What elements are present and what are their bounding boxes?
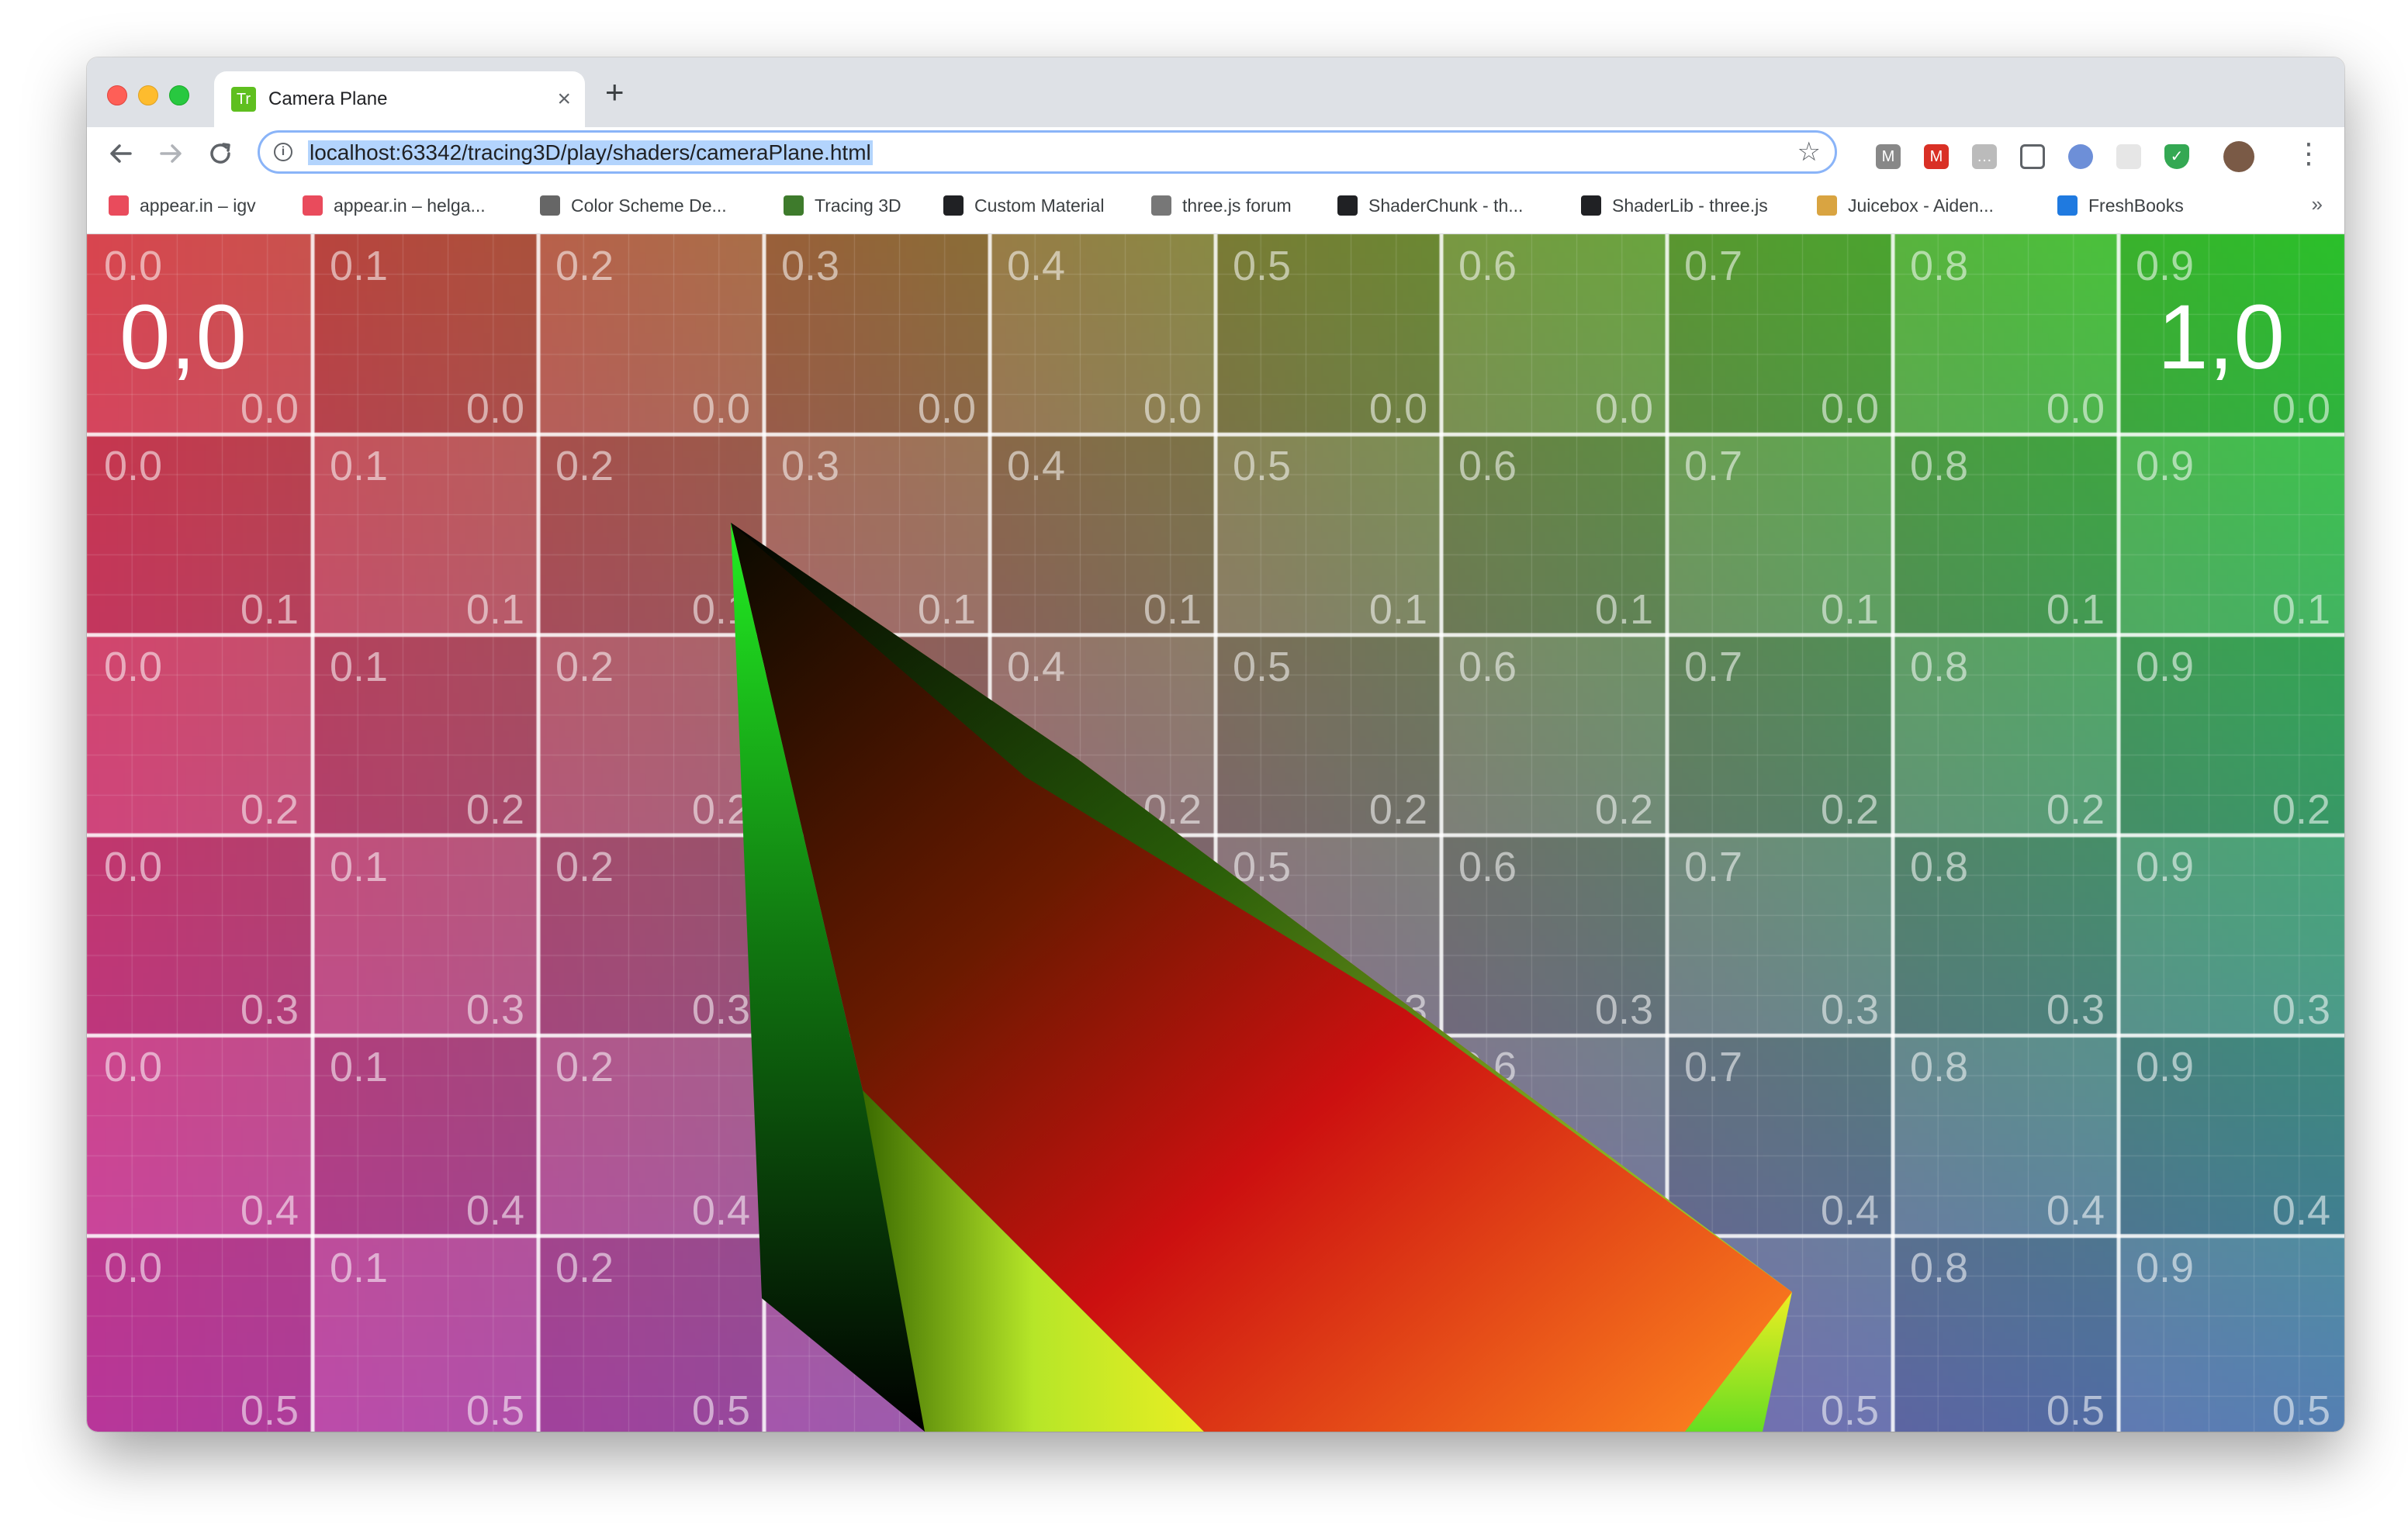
webgl-canvas-area[interactable]: 0.0 0.0 0.1 0.0 0.2 0.0 0.3 0.0 0.4 0.0 0.5 0.0 0.6 0…: [87, 234, 2344, 1432]
bookmark-favicon-icon: [109, 195, 129, 216]
bookmark-label: three.js forum: [1182, 195, 1292, 216]
bookmark-favicon-icon: [540, 195, 560, 216]
bookmark-item[interactable]: Tracing 3D: [784, 195, 901, 217]
bookmarks-bar: » appear.in – igv appear.in – helga... Col…: [87, 180, 2344, 234]
toolbar: i localhost:63342/tracing3D/play/shaders…: [87, 127, 2344, 180]
chat-extension-icon[interactable]: …: [1972, 144, 1997, 169]
tab-favicon-icon: Tr: [231, 87, 256, 112]
bookmark-label: appear.in – igv: [140, 195, 256, 216]
menu-icon[interactable]: ⋮: [2295, 135, 2323, 172]
bookmark-item[interactable]: appear.in – helga...: [303, 195, 486, 217]
bookmark-favicon-icon: [1817, 195, 1837, 216]
bookmark-item[interactable]: Juicebox - Aiden...: [1817, 195, 1994, 217]
shield-icon[interactable]: ✓: [2164, 144, 2189, 169]
back-icon[interactable]: [106, 135, 137, 181]
bookmark-favicon-icon: [943, 195, 964, 216]
bookmark-favicon-icon: [2057, 195, 2078, 216]
pocket-icon[interactable]: [2020, 144, 2045, 169]
bookmark-label: Tracing 3D: [815, 195, 901, 216]
forward-icon[interactable]: [155, 135, 186, 181]
bookmark-label: ShaderLib - three.js: [1612, 195, 1768, 216]
browser-window: Tr Camera Plane × + i localhost:63342/tr…: [87, 57, 2344, 1432]
bookmark-favicon-icon: [1581, 195, 1601, 216]
info-icon[interactable]: i: [274, 143, 292, 161]
bookmark-label: Color Scheme De...: [571, 195, 727, 216]
rotated-cube: [731, 523, 1792, 1432]
address-bar[interactable]: i localhost:63342/tracing3D/play/shaders…: [258, 130, 1837, 174]
bookmark-item[interactable]: ShaderLib - three.js: [1581, 195, 1768, 217]
bookmark-item[interactable]: three.js forum: [1151, 195, 1292, 217]
tab-title: Camera Plane: [268, 88, 388, 109]
tab-camera-plane[interactable]: Tr Camera Plane ×: [214, 71, 585, 127]
bookmark-item[interactable]: ShaderChunk - th...: [1337, 195, 1523, 217]
bookmark-favicon-icon: [1337, 195, 1358, 216]
tab-strip: Tr Camera Plane × +: [87, 57, 2344, 127]
bookmark-item[interactable]: Color Scheme De...: [540, 195, 727, 217]
reload-icon[interactable]: [205, 135, 236, 181]
window-maximize-button[interactable]: [169, 85, 189, 105]
bookmark-item[interactable]: FreshBooks: [2057, 195, 2184, 217]
tab-close-icon[interactable]: ×: [557, 84, 571, 115]
bookmark-favicon-icon: [1151, 195, 1171, 216]
bookmark-label: Custom Material: [974, 195, 1105, 216]
bookmark-item[interactable]: appear.in – igv: [109, 195, 256, 217]
extension-circle-icon[interactable]: [2068, 144, 2093, 169]
gmail-checker-icon[interactable]: M: [1876, 144, 1901, 169]
url-text[interactable]: localhost:63342/tracing3D/play/shaders/c…: [308, 140, 873, 165]
new-tab-button[interactable]: +: [605, 76, 624, 109]
bookmark-label: appear.in – helga...: [334, 195, 486, 216]
bookmark-label: FreshBooks: [2088, 195, 2184, 216]
extension-grid-icon[interactable]: [2116, 144, 2141, 169]
gmail-icon[interactable]: M: [1924, 144, 1949, 169]
bookmarks-more-icon[interactable]: »: [2312, 192, 2323, 216]
bookmark-star-icon[interactable]: ☆: [1797, 136, 1821, 168]
window-minimize-button[interactable]: [138, 85, 158, 105]
bookmark-favicon-icon: [303, 195, 323, 216]
bookmark-item[interactable]: Custom Material: [943, 195, 1104, 217]
bookmark-label: ShaderChunk - th...: [1368, 195, 1524, 216]
bookmark-favicon-icon: [784, 195, 804, 216]
avatar[interactable]: [2223, 141, 2254, 172]
window-close-button[interactable]: [107, 85, 127, 105]
bookmark-label: Juicebox - Aiden...: [1848, 195, 1994, 216]
